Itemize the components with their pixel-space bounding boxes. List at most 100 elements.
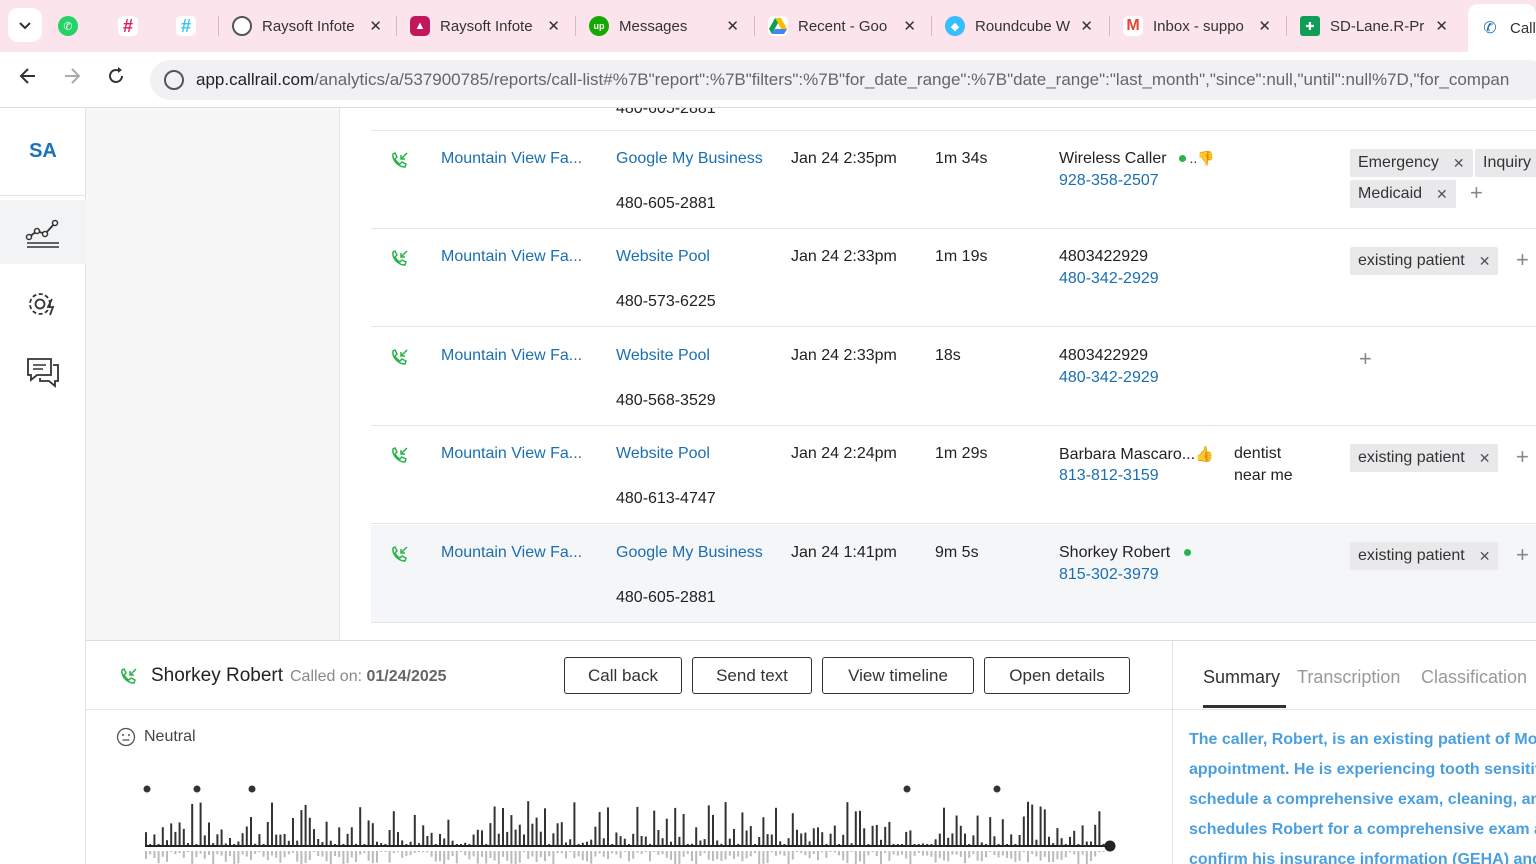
waveform-bar-speaker-2 bbox=[573, 851, 576, 859]
add-tag-icon[interactable]: + bbox=[1359, 346, 1372, 372]
waveform-bar-speaker-1 bbox=[934, 839, 937, 845]
add-tag-icon[interactable]: + bbox=[1516, 247, 1529, 273]
waveform-marker[interactable] bbox=[248, 785, 256, 793]
tracking-number: 480-605-2881 bbox=[616, 589, 716, 606]
source-link[interactable]: Website Pool bbox=[616, 445, 710, 463]
caller-phone-link[interactable]: 480-342-2929 bbox=[1059, 270, 1159, 288]
remove-tag-icon[interactable]: ✕ bbox=[1479, 548, 1491, 565]
send-text-button[interactable]: Send text bbox=[692, 657, 812, 694]
tab-classification[interactable]: Classification bbox=[1421, 667, 1527, 688]
rail-item-settings[interactable] bbox=[0, 272, 86, 336]
waveform-bar-speaker-2 bbox=[405, 851, 408, 856]
reload-icon[interactable] bbox=[106, 66, 126, 92]
caller-phone-link[interactable]: 813-812-3159 bbox=[1059, 467, 1159, 485]
tab-search-button[interactable] bbox=[8, 8, 42, 42]
caller-phone-link[interactable]: 815-302-3979 bbox=[1059, 566, 1159, 584]
tag-chip: Medicaid ✕ bbox=[1350, 180, 1456, 208]
close-icon[interactable]: ✕ bbox=[726, 17, 739, 35]
url-input[interactable]: app.callrail.com/analytics/a/537900785/r… bbox=[150, 60, 1536, 100]
rail-item-conversations[interactable] bbox=[0, 340, 86, 404]
add-tag-icon[interactable]: + bbox=[1516, 444, 1529, 470]
waveform-bar-speaker-1 bbox=[161, 827, 164, 845]
browser-tab-raysoft-2[interactable]: ▲ Raysoft Infote ✕ bbox=[410, 8, 564, 44]
browser-tab-slack-2[interactable]: # bbox=[176, 8, 210, 44]
tab-transcription[interactable]: Transcription bbox=[1297, 667, 1400, 688]
tab-summary[interactable]: Summary bbox=[1203, 667, 1280, 688]
waveform-bar-speaker-2 bbox=[678, 851, 681, 864]
browser-tab-google-drive[interactable]: Recent - Goo ✕ bbox=[768, 8, 920, 44]
waveform-bar-speaker-1 bbox=[426, 836, 429, 845]
waveform-bar-speaker-1 bbox=[712, 814, 714, 845]
waveform-bar-speaker-1 bbox=[266, 822, 269, 845]
waveform-bar-speaker-1 bbox=[1090, 841, 1092, 845]
call-back-button[interactable]: Call back bbox=[564, 657, 682, 694]
browser-tab-gmail[interactable]: M Inbox - suppo ✕ bbox=[1123, 8, 1275, 44]
call-audio-waveform[interactable] bbox=[141, 781, 1121, 864]
waveform-bar-speaker-1 bbox=[1069, 836, 1071, 845]
table-row[interactable]: 480-605-2881 bbox=[371, 108, 1536, 131]
site-settings-icon[interactable] bbox=[164, 70, 184, 90]
company-link[interactable]: Mountain View Fa... bbox=[441, 544, 582, 562]
call-time: Jan 24 2:33pm bbox=[791, 347, 897, 364]
thumbs-down-icon[interactable]: ..👎 bbox=[1186, 150, 1214, 166]
browser-tab-sheets[interactable]: ✚ SD-Lane.R-Pr ✕ bbox=[1300, 8, 1452, 44]
forward-arrow-icon[interactable] bbox=[62, 66, 82, 92]
back-arrow-icon[interactable] bbox=[18, 66, 38, 92]
browser-tab-slack-1[interactable]: # bbox=[118, 8, 152, 44]
table-row[interactable]: Mountain View Fa... Website Pool 480-573… bbox=[371, 229, 1536, 327]
close-icon[interactable]: ✕ bbox=[369, 17, 382, 35]
waveform-bar-speaker-1 bbox=[397, 832, 399, 845]
remove-tag-icon[interactable]: ✕ bbox=[1436, 186, 1448, 203]
waveform-marker[interactable] bbox=[193, 785, 201, 793]
waveform-bar-speaker-2 bbox=[896, 851, 899, 856]
table-row[interactable]: Mountain View Fa... Website Pool 480-568… bbox=[371, 328, 1536, 426]
browser-tab-messages[interactable]: up Messages ✕ bbox=[589, 8, 743, 44]
remove-tag-icon[interactable]: ✕ bbox=[1453, 155, 1465, 172]
source-link[interactable]: Google My Business bbox=[616, 544, 763, 562]
company-link[interactable]: Mountain View Fa... bbox=[441, 347, 582, 365]
add-tag-icon[interactable]: + bbox=[1516, 542, 1529, 568]
add-tag-icon[interactable]: + bbox=[1470, 180, 1483, 206]
view-timeline-button[interactable]: View timeline bbox=[822, 657, 974, 694]
waveform-marker[interactable] bbox=[993, 785, 1001, 793]
waveform-marker[interactable] bbox=[143, 785, 151, 793]
waveform-bar-speaker-2 bbox=[791, 851, 794, 860]
close-icon[interactable]: ✕ bbox=[903, 17, 916, 35]
browser-tab-raysoft-1[interactable]: Raysoft Infote ✕ bbox=[232, 8, 386, 44]
close-icon[interactable]: ✕ bbox=[1080, 17, 1093, 35]
waveform-bar-speaker-2 bbox=[707, 851, 710, 860]
table-row[interactable]: Mountain View Fa... Website Pool 480-613… bbox=[371, 426, 1536, 524]
browser-tab-whatsapp[interactable]: ✆ bbox=[58, 8, 92, 44]
table-row-selected[interactable]: Mountain View Fa... Google My Business 4… bbox=[371, 525, 1536, 623]
waveform-bar-speaker-2 bbox=[443, 851, 446, 864]
status-dot bbox=[1184, 549, 1192, 557]
thumbs-up-icon[interactable]: 👍 bbox=[1195, 446, 1214, 463]
remove-tag-icon[interactable]: ✕ bbox=[1479, 253, 1491, 270]
playhead-handle[interactable] bbox=[1104, 840, 1116, 852]
waveform-bar-speaker-1 bbox=[518, 824, 521, 845]
table-row[interactable]: Mountain View Fa... Google My Business 4… bbox=[371, 131, 1536, 229]
source-link[interactable]: Website Pool bbox=[616, 347, 710, 365]
close-icon[interactable]: ✕ bbox=[547, 17, 560, 35]
caller-phone-link[interactable]: 480-342-2929 bbox=[1059, 369, 1159, 387]
waveform-bar-speaker-1 bbox=[1064, 844, 1067, 845]
account-logo[interactable]: SA bbox=[0, 108, 86, 196]
open-details-button[interactable]: Open details bbox=[984, 657, 1130, 694]
browser-tab-roundcube[interactable]: ◆ Roundcube W ✕ bbox=[945, 8, 1097, 44]
tracking-number: 480-613-4747 bbox=[616, 490, 716, 507]
waveform-marker[interactable] bbox=[903, 785, 911, 793]
source-link[interactable]: Website Pool bbox=[616, 248, 710, 266]
close-icon[interactable]: ✕ bbox=[1258, 17, 1271, 35]
browser-tab-callrail-active[interactable]: ✆ Call bbox=[1468, 4, 1536, 52]
waveform-bar-speaker-1 bbox=[762, 817, 765, 845]
company-link[interactable]: Mountain View Fa... bbox=[441, 248, 582, 266]
close-icon[interactable]: ✕ bbox=[1435, 17, 1448, 35]
company-link[interactable]: Mountain View Fa... bbox=[441, 445, 582, 463]
company-link[interactable]: Mountain View Fa... bbox=[441, 150, 582, 168]
waveform-bar-speaker-2 bbox=[1085, 851, 1088, 864]
remove-tag-icon[interactable]: ✕ bbox=[1479, 450, 1491, 467]
source-link[interactable]: Google My Business bbox=[616, 150, 763, 168]
rail-item-analytics[interactable] bbox=[0, 200, 86, 264]
caller-phone-link[interactable]: 928-358-2507 bbox=[1059, 172, 1159, 190]
tab-title: Call bbox=[1510, 19, 1536, 37]
